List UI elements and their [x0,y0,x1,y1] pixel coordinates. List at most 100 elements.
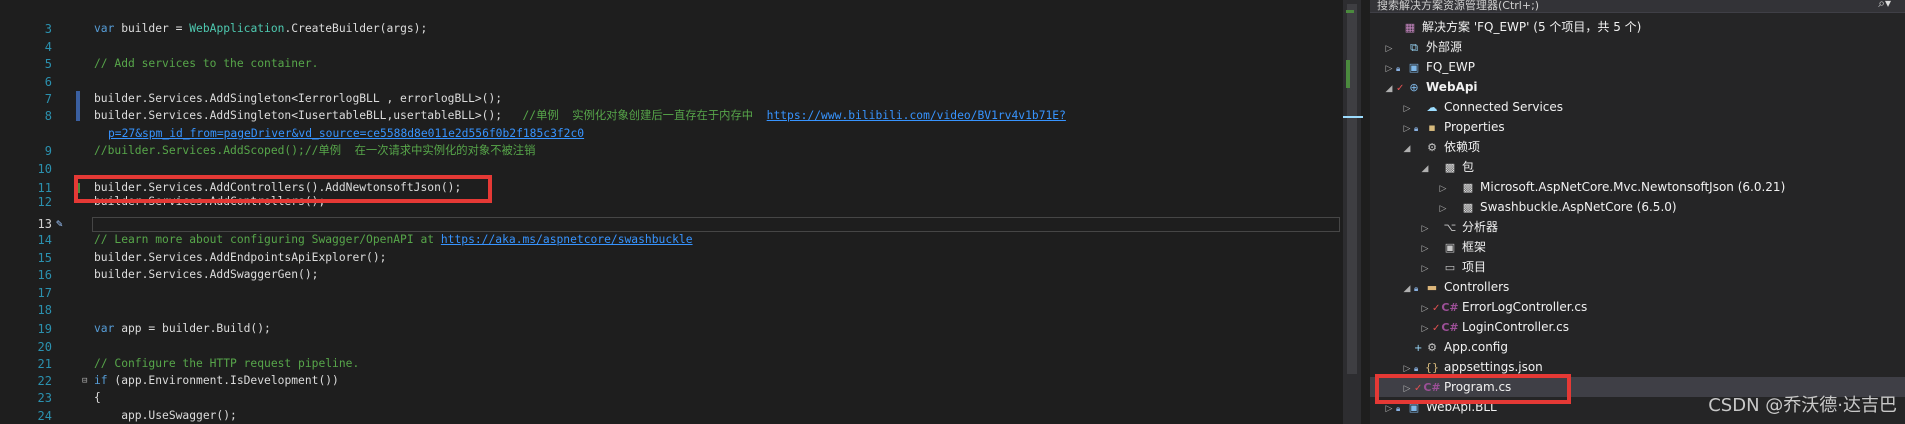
tree-item[interactable]: ▷ 🔒︎ ▣ FQ_EWP [1370,57,1905,77]
code-line-15: builder.Services.AddEndpointsApiExplorer… [94,251,387,264]
solution-explorer: 搜索解决方案资源管理器(Ctrl+;) ⌕▾ ▦ 解决方案 'FQ_EWP' (5… [1370,0,1905,424]
code-line-7: builder.Services.AddSingleton<IerrorlogB… [94,92,503,105]
checked-in-icon: ✓ [1432,323,1441,334]
code-editor[interactable]: 3 4 5 6 7 8 9 10 11 12 13 14 15 16 17 18 19 20 21 22 23 24 ✎ … [0,0,1343,424]
tree-item-label: 框架 [1462,240,1487,254]
properties-icon: ▪ [1428,121,1436,134]
code-line-23: { [94,391,101,404]
line-number: 22 [37,374,52,388]
csharp-file-icon: C# [1441,321,1459,334]
line-number: 23 [37,391,52,405]
lock-icon: 🔒︎ [1414,284,1419,293]
collapsed-arrow-icon[interactable]: ▷ [1418,319,1432,339]
collapsed-arrow-icon[interactable]: ▷ [1436,199,1450,219]
tree-item-label: ErrorLogController.cs [1462,300,1588,314]
bilibili-link[interactable]: https://www.bilibili.com/video/BV1rv4v1b… [767,109,1066,122]
line-number: 14 [37,233,52,247]
lock-icon: 🔒︎ [1396,64,1401,73]
scroll-marker [1346,10,1354,13]
line-number: 19 [37,322,52,336]
code-line-22: if (app.Environment.IsDevelopment()) [94,374,339,387]
highlight-box-code [74,175,492,203]
folder-icon: ▬ [1426,281,1438,294]
scroll-marker [1346,60,1350,88]
solution-explorer-search[interactable]: 搜索解决方案资源管理器(Ctrl+;) ⌕▾ [1370,0,1905,13]
tree-item[interactable]: ◢ ✓ ⊕ WebApi [1370,77,1905,97]
tree-item[interactable]: ▷ ⌥ 分析器 [1370,217,1905,237]
line-number: 21 [37,357,52,371]
tree-item[interactable]: ▷ 🔒︎ ▪ Properties [1370,117,1905,137]
collapsed-arrow-icon[interactable]: ▷ [1400,119,1414,139]
line-number: 10 [37,162,52,176]
tree-item-label: 包 [1462,160,1475,174]
csharp-file-icon: C# [1441,301,1459,314]
watermark: CSDN @乔沃德·达吉巴 [1708,395,1897,416]
tree-item[interactable]: ▦ 解决方案 'FQ_EWP' (5 个项目，共 5 个) [1370,17,1905,37]
code-line-8: builder.Services.AddSingleton<Iusertable… [94,109,1066,122]
web-project-icon: ⊕ [1409,81,1419,94]
tree-item[interactable]: ▷ ⧉ 外部源 [1370,37,1905,57]
line-number: 11 [37,181,52,195]
code-line-19: var app = builder.Build(); [94,322,271,335]
search-icon[interactable]: ⌕▾ [1878,0,1891,11]
lock-icon: 🔒︎ [1414,124,1419,133]
tree-item[interactable]: ◢ ▩ 包 [1370,157,1905,177]
collapsed-arrow-icon[interactable]: ▷ [1400,99,1414,119]
swashbuckle-link[interactable]: https://aka.ms/aspnetcore/swashbuckle [441,233,693,246]
tree-item-label: Properties [1444,120,1505,134]
collapse-toggle-icon[interactable]: ⊟ [82,376,87,386]
collapsed-arrow-icon[interactable]: ▷ [1382,39,1396,59]
tree-item[interactable]: ▷ ☁ Connected Services [1370,97,1905,117]
collapsed-arrow-icon[interactable]: ▷ [1418,299,1432,319]
projects-icon: ▭ [1444,261,1456,274]
tree-item-label: Connected Services [1444,100,1564,114]
quick-actions-pencil-icon[interactable]: ✎ [56,217,63,230]
tree-item[interactable]: ▷ ✓C# ErrorLogController.cs [1370,297,1905,317]
collapsed-arrow-icon[interactable]: ▷ [1418,259,1432,279]
tree-item-label: Microsoft.AspNetCore.Mvc.NewtonsoftJson … [1480,180,1786,194]
line-number: 9 [44,144,52,158]
code-line-9: //builder.Services.AddScoped();//单例 在一次请… [94,144,536,157]
tree-item[interactable]: ▷ ▩ Swashbuckle.AspNetCore (6.5.0) [1370,197,1905,217]
config-icon: ⚙ [1427,341,1437,354]
expanded-arrow-icon[interactable]: ◢ [1418,159,1432,179]
line-number: 5 [44,57,52,71]
expanded-arrow-icon[interactable]: ◢ [1400,279,1414,299]
line-number: 6 [44,75,52,89]
package-icon: ▩ [1462,201,1474,214]
line-number: 4 [44,40,52,54]
line-number: 24 [37,409,52,423]
collapsed-arrow-icon[interactable]: ▷ [1382,59,1396,79]
tree-item-label: Controllers [1444,280,1510,294]
collapsed-arrow-icon[interactable]: ▷ [1418,219,1432,239]
tree-item[interactable]: ▷ ▣ 框架 [1370,237,1905,257]
tree-item[interactable]: + ⚙ App.config [1370,337,1905,357]
tree-item[interactable]: ▷ ▩ Microsoft.AspNetCore.Mvc.NewtonsoftJso… [1370,177,1905,197]
tree-item[interactable]: ◢ 🔒︎ ▬ Controllers [1370,277,1905,297]
line-number: 8 [44,109,52,123]
tree-item[interactable]: ◢ ⚙ 依赖项 [1370,137,1905,157]
code-line-5: // Add services to the container. [94,57,319,70]
change-marker [76,106,80,120]
connected-services-icon: ☁ [1426,101,1438,114]
tree-item[interactable]: ▷ ▭ 项目 [1370,257,1905,277]
external-sources-icon: ⧉ [1410,41,1418,54]
expanded-arrow-icon[interactable]: ◢ [1382,79,1396,99]
tree-item-label: FQ_EWP [1426,60,1476,74]
code-line-14: // Learn more about configuring Swagger/… [94,233,693,246]
expanded-arrow-icon[interactable]: ◢ [1400,139,1414,159]
line-number: 17 [37,286,52,300]
line-number: 18 [37,303,52,317]
highlight-box-program-cs [1375,374,1571,404]
checked-in-icon: ✓ [1432,303,1441,314]
line-number-gutter: 3 4 5 6 7 8 9 10 11 12 13 14 15 16 17 18 19 20 21 22 23 24 [0,0,62,424]
line-number: 7 [44,92,52,106]
code-line-8-wrap[interactable]: p=27&spm_id_from=pageDriver&vd_source=ce… [108,127,584,141]
code-line-16: builder.Services.AddSwaggerGen(); [94,268,319,281]
line-number: 3 [44,22,52,36]
line-number: 16 [37,268,52,282]
collapsed-arrow-icon[interactable]: ▷ [1436,179,1450,199]
tree-item[interactable]: ▷ ✓C# LoginController.cs [1370,317,1905,337]
collapsed-arrow-icon[interactable]: ▷ [1418,239,1432,259]
tree-item-label: WebApi [1426,80,1478,94]
